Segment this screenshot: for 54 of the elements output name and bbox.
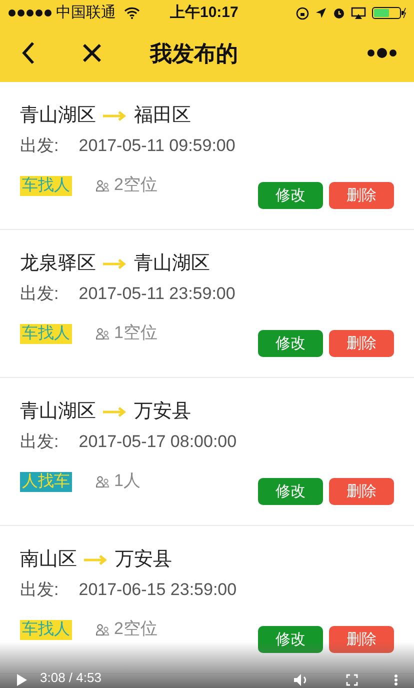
edit-button[interactable]: 修改 [258,182,323,209]
location-icon [315,7,327,19]
video-time: 3:08 / 4:53 [40,670,102,686]
wifi-icon [124,7,140,19]
carrier-name: 中国联通 [56,2,116,23]
departure-time: 2017-06-15 23:59:00 [78,579,237,601]
edit-button[interactable]: 修改 [258,478,323,505]
signal-icon [8,9,52,17]
origin: 龙泉驿区 [20,252,96,276]
people-icon [96,624,110,636]
delete-button[interactable]: 删除 [329,626,394,653]
destination: 万安县 [115,548,172,572]
seat-count: 2空位 [114,174,158,196]
edit-button[interactable]: 修改 [258,330,323,357]
destination: 万安县 [134,400,191,424]
departure-label: 出发: [20,431,59,453]
back-icon [21,41,35,65]
destination: 青山湖区 [134,252,210,276]
arrow-icon [83,555,109,565]
departure-time: 2017-05-17 08:00:00 [78,431,237,453]
seat-count: 2空位 [114,618,158,640]
seat-count: 1人 [114,470,140,492]
origin: 南山区 [20,548,77,572]
people-icon [96,180,110,192]
delete-button[interactable]: 删除 [329,478,394,505]
departure-time: 2017-05-11 23:59:00 [78,283,236,305]
origin: 青山湖区 [20,400,96,424]
battery-icon [372,7,406,19]
seat-count: 1空位 [114,322,158,344]
arrow-icon [102,259,128,269]
departure-label: 出发: [20,579,59,601]
edit-button[interactable]: 修改 [258,626,323,653]
trip-type-tag: 人找车 [20,472,72,492]
rotation-lock-icon [296,6,309,20]
delete-button[interactable]: 删除 [329,182,394,209]
page-title: 我发布的 [150,40,238,68]
destination: 福田区 [134,104,191,128]
delete-button[interactable]: 删除 [329,330,394,357]
trip-type-tag: 车找人 [20,324,72,344]
departure-time: 2017-05-11 09:59:00 [78,135,236,157]
close-icon [82,43,102,63]
origin: 青山湖区 [20,104,96,128]
departure-label: 出发: [20,135,59,157]
alarm-icon [333,7,345,19]
more-icon [366,48,398,58]
people-icon [96,476,110,488]
departure-label: 出发: [20,283,59,305]
trip-type-tag: 车找人 [20,176,72,196]
people-icon [96,328,110,340]
arrow-icon [102,407,128,417]
trip-type-tag: 车找人 [20,620,72,640]
airplay-icon [351,7,366,19]
clock-time: 上午10:17 [170,2,238,23]
arrow-icon [102,111,128,121]
